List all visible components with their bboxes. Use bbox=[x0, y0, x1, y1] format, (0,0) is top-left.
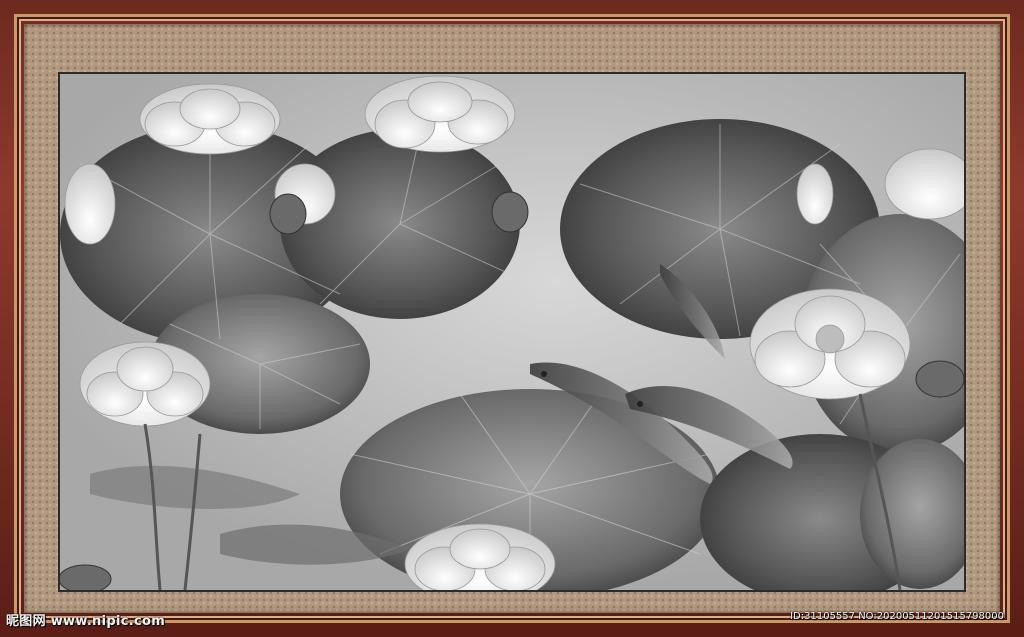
image-id-watermark: ID:31105557 NO:20200511201515798000 bbox=[790, 611, 1004, 622]
lotus-flower-top-center bbox=[364, 75, 516, 153]
lotus-flower-top-left bbox=[139, 83, 281, 155]
painting-canvas bbox=[60, 74, 964, 590]
lotus-flower-right bbox=[749, 288, 911, 400]
lotus-bud-left bbox=[64, 163, 116, 245]
lotus-koi-painting bbox=[58, 72, 966, 592]
lotus-flower-mid-left bbox=[79, 341, 211, 427]
bottom-right-lotus-leaves bbox=[700, 434, 964, 590]
lotus-bud-right bbox=[796, 163, 834, 225]
site-watermark: 昵图网 www.nipic.com bbox=[6, 614, 166, 629]
